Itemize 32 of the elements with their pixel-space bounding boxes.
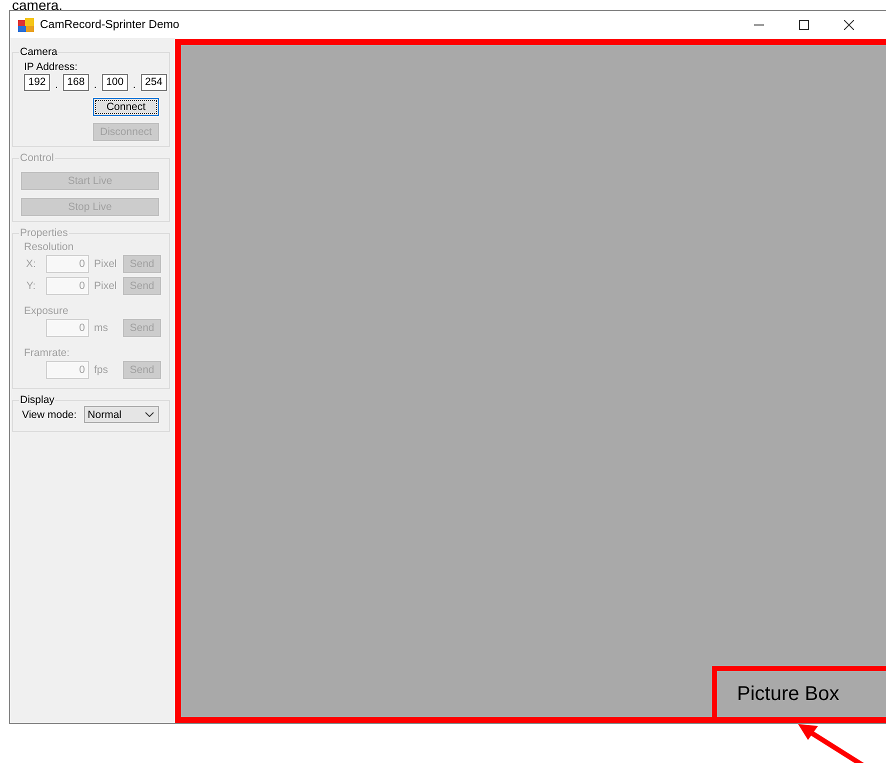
section-label: Resolution	[24, 241, 75, 253]
axis-label: X:	[25, 258, 37, 270]
maximize-icon[interactable]	[799, 20, 809, 30]
input-field[interactable]: 254	[140, 74, 167, 91]
minimize-icon[interactable]	[754, 24, 764, 26]
unit-label: ms	[94, 322, 109, 334]
chevron-down-icon	[144, 412, 154, 417]
axis-label: Y:	[25, 280, 37, 292]
unit-label: Pixel	[94, 258, 118, 270]
input-field[interactable]: 192	[24, 74, 50, 91]
input-field[interactable]: 100	[102, 74, 128, 91]
group-title: Display	[19, 394, 56, 406]
field-label: IP Address:	[24, 61, 79, 73]
annotation-label: Picture Box	[737, 682, 840, 706]
unit-label: Pixel	[94, 280, 118, 292]
view-mode-dropdown[interactable]: Normal	[84, 406, 159, 423]
field-label: View mode:	[22, 408, 77, 420]
group-title: Camera	[19, 46, 58, 58]
group-title: Properties	[19, 227, 69, 239]
push-button[interactable]: Connect	[93, 98, 159, 116]
window-title: CamRecord-Sprinter Demo	[40, 18, 180, 30]
separator-text: .	[54, 79, 59, 91]
group-title: Control	[19, 152, 55, 164]
input-field[interactable]: 168	[62, 74, 89, 91]
section-label: Exposure	[24, 305, 70, 317]
document-text: camera.	[11, 0, 64, 10]
close-icon[interactable]	[844, 20, 854, 30]
unit-label: fps	[94, 364, 110, 376]
separator-text: .	[92, 79, 98, 91]
separator-text: .	[132, 79, 137, 91]
section-label: Framrate:	[24, 347, 71, 359]
app-icon	[18, 18, 34, 32]
